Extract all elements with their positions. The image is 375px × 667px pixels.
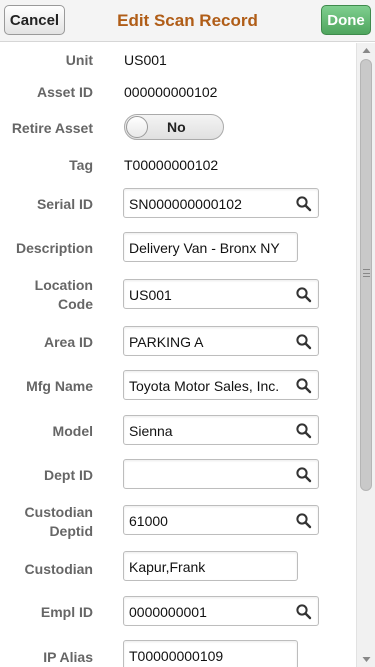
mfg-name-label: Mfg Name (26, 378, 93, 394)
dept-id-label: Dept ID (44, 467, 93, 483)
custodian-deptid-field[interactable]: 61000 (123, 505, 319, 535)
ip-alias-value: T00000000109 (129, 648, 224, 664)
scan-record-form: Unit US001 Asset ID 000000000102 Retire … (0, 43, 356, 667)
custodian-value: Kapur,Frank (129, 559, 206, 575)
custodian-deptid-label-line1: Custodian (24, 504, 93, 520)
mfg-name-value: Toyota Motor Sales, Inc. (129, 378, 280, 394)
scroll-down-arrow-icon[interactable] (357, 651, 375, 667)
vertical-scrollbar[interactable] (356, 43, 375, 667)
tag-label: Tag (69, 157, 93, 173)
retire-asset-toggle[interactable]: No (124, 114, 224, 140)
location-code-label-line1: Location (34, 277, 93, 293)
description-label: Description (15, 240, 93, 256)
tag-value: T00000000102 (124, 157, 219, 173)
search-icon[interactable] (295, 512, 313, 530)
search-icon[interactable] (295, 422, 313, 440)
retire-asset-label: Retire Asset (11, 120, 93, 136)
model-value: Sienna (129, 423, 173, 439)
header-bar: Cancel Edit Scan Record Done (0, 0, 375, 42)
custodian-label: Custodian (24, 561, 93, 577)
serial-id-value: SN000000000102 (129, 196, 242, 212)
scroll-up-arrow-icon[interactable] (357, 43, 375, 59)
serial-id-label: Serial ID (36, 196, 93, 212)
ip-alias-label: IP Alias (43, 649, 93, 665)
model-label: Model (52, 423, 93, 439)
search-icon[interactable] (295, 377, 313, 395)
description-field[interactable]: Delivery Van - Bronx NY (123, 232, 298, 262)
location-code-value: US001 (129, 287, 172, 303)
location-code-label-line2: Code (58, 296, 93, 312)
custodian-deptid-label-line2: Deptid (49, 523, 93, 539)
done-button[interactable]: Done (321, 5, 371, 35)
empl-id-field[interactable]: 0000000001 (123, 596, 319, 626)
asset-id-value: 000000000102 (124, 84, 218, 100)
empl-id-value: 0000000001 (129, 604, 207, 620)
custodian-field[interactable]: Kapur,Frank (123, 551, 298, 581)
search-icon[interactable] (295, 603, 313, 621)
serial-id-field[interactable]: SN000000000102 (123, 188, 319, 218)
unit-label: Unit (65, 52, 93, 68)
description-value: Delivery Van - Bronx NY (129, 240, 280, 256)
scrollbar-grip-icon (363, 269, 370, 277)
area-id-field[interactable]: PARKING A (123, 326, 319, 356)
search-icon[interactable] (295, 195, 313, 213)
empl-id-label: Empl ID (40, 604, 93, 620)
unit-value: US001 (124, 52, 167, 68)
area-id-value: PARKING A (129, 334, 204, 350)
search-icon[interactable] (295, 466, 313, 484)
asset-id-label: Asset ID (36, 84, 93, 100)
toggle-state: No (167, 119, 186, 135)
location-code-field[interactable]: US001 (123, 279, 319, 309)
area-id-label: Area ID (43, 334, 93, 350)
ip-alias-field[interactable]: T00000000109 (123, 640, 298, 667)
scrollbar-thumb[interactable] (360, 59, 372, 491)
search-icon[interactable] (295, 333, 313, 351)
dept-id-field[interactable] (123, 459, 319, 489)
model-field[interactable]: Sienna (123, 415, 319, 445)
toggle-knob (126, 116, 148, 138)
custodian-deptid-value: 61000 (129, 513, 168, 529)
mfg-name-field[interactable]: Toyota Motor Sales, Inc. (123, 370, 319, 400)
page-title: Edit Scan Record (117, 11, 258, 30)
search-icon[interactable] (295, 286, 313, 304)
